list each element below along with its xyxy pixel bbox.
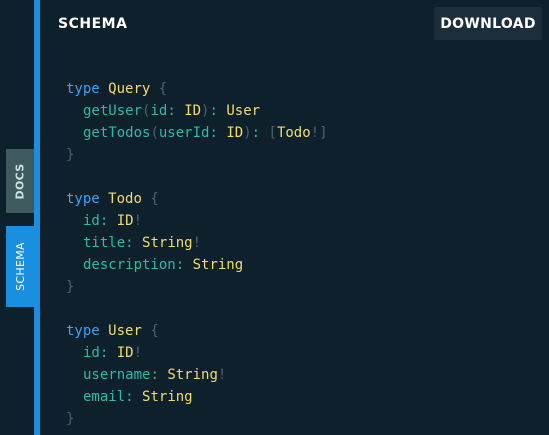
non-null-mark: ! <box>133 345 143 361</box>
schema-field-todo-title: title: String! <box>66 232 328 254</box>
colon: : <box>99 345 109 361</box>
tab-schema[interactable]: SCHEMA <box>6 226 34 307</box>
field-name: getTodos <box>83 125 151 141</box>
field-type: String <box>142 235 193 251</box>
schema-type-todo-close: } <box>66 276 328 298</box>
close-brace: } <box>66 411 75 427</box>
side-tab-gutter: DOCS SCHEMA <box>0 0 34 435</box>
schema-field-user-id: id: ID! <box>66 342 328 364</box>
arg-name: userId <box>158 125 210 141</box>
return-type: Todo <box>276 125 311 141</box>
open-brace: { <box>158 81 168 97</box>
tab-docs[interactable]: DOCS <box>6 149 34 213</box>
non-null-mark: ! <box>217 367 227 383</box>
field-name: id <box>83 345 100 361</box>
colon: : <box>209 103 218 119</box>
field-type: String <box>167 367 218 383</box>
type-keyword: type <box>66 81 100 97</box>
field-type: ID <box>116 213 134 229</box>
download-button[interactable]: DOWNLOAD <box>434 7 542 40</box>
colon: : <box>125 389 134 405</box>
field-name: description <box>83 257 176 273</box>
schema-field-user-username: username: String! <box>66 364 328 386</box>
type-keyword: type <box>66 323 100 339</box>
paren: ( <box>150 125 159 141</box>
colon: : <box>209 125 218 141</box>
schema-code-view: type Query { getUser(id: ID): User getTo… <box>66 78 328 430</box>
field-name: title <box>83 235 126 251</box>
arg-name: id <box>150 103 168 119</box>
non-null-mark: ! <box>192 235 202 251</box>
type-keyword: type <box>66 191 100 207</box>
schema-type-query-header: type Query { <box>66 78 328 100</box>
tab-docs-label: DOCS <box>13 163 27 199</box>
field-type: String <box>192 257 244 273</box>
schema-field-todo-description: description: String <box>66 254 328 276</box>
schema-field-gettodos: getTodos(userId: ID): [Todo!] <box>66 122 328 144</box>
tab-schema-label: SCHEMA <box>13 242 27 291</box>
schema-type-user-header: type User { <box>66 320 328 342</box>
close-brace: } <box>66 279 75 295</box>
schema-field-todo-id: id: ID! <box>66 210 328 232</box>
colon: : <box>99 213 109 229</box>
open-brace: { <box>150 191 159 207</box>
panel-title: SCHEMA <box>58 16 128 32</box>
field-type: ID <box>116 345 134 361</box>
schema-type-todo-header: type Todo { <box>66 188 328 210</box>
list-bracket: ] <box>319 125 328 141</box>
colon: : <box>251 125 261 141</box>
field-name: id <box>83 213 100 229</box>
colon: : <box>175 257 185 273</box>
colon: : <box>150 367 159 383</box>
arg-type: ID <box>184 103 202 119</box>
field-type: String <box>142 389 193 405</box>
field-name: email <box>83 389 126 405</box>
colon: : <box>167 103 176 119</box>
schema-type-user-close: } <box>66 408 328 430</box>
return-type: User <box>226 103 261 119</box>
field-name: username <box>83 367 151 383</box>
type-name: User <box>108 323 142 339</box>
close-brace: } <box>66 147 75 163</box>
list-bracket: [ <box>268 125 277 141</box>
colon: : <box>125 235 134 251</box>
schema-field-getuser: getUser(id: ID): User <box>66 100 328 122</box>
schema-panel: SCHEMA DOWNLOAD type Query { getUser(id:… <box>40 0 549 435</box>
non-null-mark: ! <box>133 213 143 229</box>
paren: ) <box>243 125 252 141</box>
schema-field-user-email: email: String <box>66 386 328 408</box>
non-null-mark: ! <box>310 125 320 141</box>
field-name: getUser <box>83 103 143 119</box>
type-name: Query <box>108 81 151 97</box>
open-brace: { <box>150 323 159 339</box>
type-name: Todo <box>108 191 142 207</box>
schema-type-query-close: } <box>66 144 328 166</box>
arg-type: ID <box>226 125 244 141</box>
